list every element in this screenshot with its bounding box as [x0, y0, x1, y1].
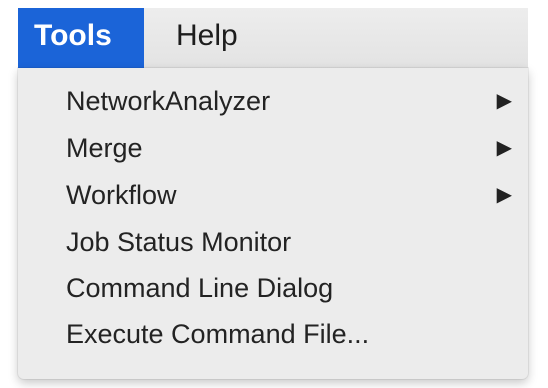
- menu-help[interactable]: Help: [176, 8, 296, 68]
- submenu-arrow-icon: ▶: [496, 184, 512, 206]
- menu-item-label: Job Status Monitor: [66, 227, 292, 257]
- menu-item-label: Execute Command File...: [66, 319, 370, 349]
- submenu-arrow-icon: ▶: [496, 90, 512, 112]
- submenu-arrow-icon: ▶: [496, 137, 512, 159]
- menu-item-label: Merge: [66, 133, 143, 163]
- menu-item-label: NetworkAnalyzer: [66, 86, 271, 116]
- menu-item-merge[interactable]: Merge ▶: [18, 125, 528, 171]
- menu-item-execute-command-file[interactable]: Execute Command File...: [18, 311, 528, 357]
- menu-item-command-line-dialog[interactable]: Command Line Dialog: [18, 265, 528, 311]
- menu-item-job-status-monitor[interactable]: Job Status Monitor: [18, 219, 528, 265]
- tools-dropdown-menu: NetworkAnalyzer ▶ Merge ▶ Workflow ▶ Job…: [18, 68, 528, 379]
- menu-bar: Tools Help: [18, 8, 528, 69]
- menu-item-label: Workflow: [66, 180, 177, 210]
- menu-item-workflow[interactable]: Workflow ▶: [18, 172, 528, 218]
- app-window: Tools Help NetworkAnalyzer ▶ Merge ▶ Wor…: [0, 0, 548, 388]
- menu-item-label: Command Line Dialog: [66, 273, 334, 303]
- menu-tools[interactable]: Tools: [18, 8, 144, 68]
- menu-item-networkanalyzer[interactable]: NetworkAnalyzer ▶: [18, 78, 528, 124]
